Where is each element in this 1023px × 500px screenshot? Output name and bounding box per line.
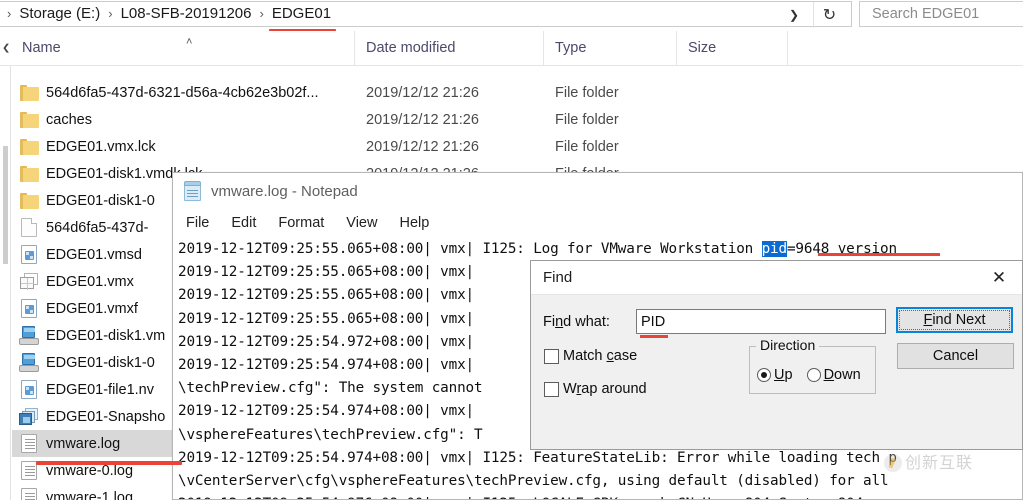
direction-group: Direction Up Down: [749, 337, 876, 394]
table-row[interactable]: 564d6fa5-437d-6321-d56a-4cb62e3b02f... 2…: [12, 79, 1023, 106]
notepad-icon: [183, 181, 202, 201]
address-bar: › Storage (E:) › L08-SFB-20191206 › EDGE…: [0, 0, 1023, 32]
menu-help[interactable]: Help: [399, 215, 429, 231]
find-next-button[interactable]: Find Next: [896, 307, 1013, 333]
chevron-down-icon[interactable]: ❯: [781, 2, 807, 28]
radio-down[interactable]: [806, 368, 821, 382]
wrap-around-label: Wrap around: [563, 381, 647, 397]
find-what-label: Find what:: [543, 314, 610, 330]
radio-up[interactable]: [757, 368, 771, 382]
radio-down-label: Down: [823, 367, 861, 383]
log-line: \vCenterServer\cfg\vsphereFeatures\techP…: [178, 473, 889, 490]
virtual-disk-icon: [12, 325, 46, 347]
menu-format[interactable]: Format: [278, 215, 324, 231]
direction-legend: Direction: [756, 337, 820, 353]
file-name: caches: [46, 111, 92, 128]
breadcrumb-separator: ›: [7, 6, 12, 21]
notepad-menu-bar: File Edit Format View Help: [173, 209, 1022, 237]
nav-pane-rail: [0, 66, 11, 500]
column-header-row: Name ˄ Date modified Type Size: [0, 31, 1023, 66]
table-row[interactable]: EDGE01.vmx.lck 2019/12/12 21:26 File fol…: [12, 133, 1023, 160]
menu-file[interactable]: File: [186, 215, 209, 231]
cancel-button[interactable]: Cancel: [897, 343, 1014, 369]
wrap-around-checkbox[interactable]: [544, 381, 559, 397]
column-header-name[interactable]: Name: [11, 31, 354, 65]
find-dialog: Find ✕ Find what: PID Find Next Cancel D…: [530, 260, 1023, 450]
menu-view[interactable]: View: [346, 215, 377, 231]
find-dialog-title-bar[interactable]: Find ✕: [531, 261, 1022, 295]
sort-ascending-icon: ˄: [186, 36, 193, 48]
file-date: 2019/12/12 21:26: [366, 138, 479, 155]
breadcrumb-item-edge01[interactable]: EDGE01: [268, 1, 337, 32]
virtual-disk-icon: [12, 352, 46, 374]
file-name: 564d6fa5-437d-6321-d56a-4cb62e3b02f...: [46, 84, 319, 101]
screen: › Storage (E:) › L08-SFB-20191206 › EDGE…: [0, 0, 1023, 500]
file-type: File folder: [555, 84, 619, 101]
radio-up-label: Up: [774, 367, 793, 383]
document-icon: [12, 244, 46, 266]
find-what-input[interactable]: PID: [636, 309, 886, 338]
column-header-date-modified[interactable]: Date modified: [354, 31, 543, 65]
column-header-extra[interactable]: [787, 31, 847, 65]
blank-page-icon: [12, 217, 46, 239]
folder-icon: [12, 163, 46, 185]
menu-edit[interactable]: Edit: [231, 215, 256, 231]
match-case-row[interactable]: Match case: [544, 348, 637, 364]
nav-pane-chevron-icon[interactable]: ❮: [2, 44, 10, 54]
log-line: 2019-12-12T09:25:54.976+08:00| vmx| I125…: [178, 493, 1022, 499]
find-next-label: Find Next: [899, 310, 1010, 330]
column-header-type[interactable]: Type: [543, 31, 676, 65]
find-what-value: PID: [639, 310, 669, 338]
document-icon: [12, 298, 46, 320]
breadcrumb-separator: ›: [108, 6, 113, 21]
refresh-icon[interactable]: ↻: [813, 2, 845, 28]
breadcrumb-item-storage[interactable]: Storage (E:): [18, 1, 101, 27]
pid-underline-annotation: [818, 253, 940, 256]
notepad-title-bar[interactable]: vmware.log - Notepad: [173, 173, 1022, 209]
breadcrumb-item-l08sfb[interactable]: L08-SFB-20191206: [120, 1, 253, 27]
selected-file-underline-annotation: [36, 461, 182, 465]
log-line: 2019-12-12T09:25:54.974+08:00| vmx| I125…: [178, 449, 897, 466]
match-case-checkbox[interactable]: [544, 348, 559, 364]
file-type: File folder: [555, 111, 619, 128]
file-date: 2019/12/12 21:26: [366, 84, 479, 101]
log-file-icon: [12, 433, 46, 455]
find-dialog-title: Find: [543, 269, 573, 286]
vmx-config-icon: [12, 271, 46, 293]
breadcrumb-separator: ›: [259, 6, 264, 21]
log-line: 2019-12-12T09:25:55.065+08:00| vmx| I125…: [178, 241, 897, 257]
close-icon[interactable]: ✕: [976, 261, 1022, 294]
direction-radios: Up Down: [757, 367, 875, 383]
breadcrumb[interactable]: › Storage (E:) › L08-SFB-20191206 › EDGE…: [0, 1, 852, 32]
match-case-label: Match case: [563, 348, 638, 364]
column-header-size[interactable]: Size: [676, 31, 787, 65]
wrap-around-row[interactable]: Wrap around: [544, 381, 647, 397]
file-name: EDGE01.vmx.lck: [46, 138, 156, 155]
folder-icon: [12, 136, 46, 158]
folder-icon: [12, 190, 46, 212]
scrollbar-thumb[interactable]: [3, 146, 8, 264]
folder-icon: [12, 82, 46, 104]
search-placeholder: Search EDGE01: [872, 6, 980, 22]
document-icon: [12, 379, 46, 401]
file-date: 2019/12/12 21:26: [366, 111, 479, 128]
notepad-title-text: vmware.log - Notepad: [211, 182, 358, 200]
file-type: File folder: [555, 138, 619, 155]
snapshot-icon: [12, 406, 46, 428]
table-row[interactable]: caches 2019/12/12 21:26 File folder: [12, 106, 1023, 133]
selected-text-highlight: pid: [761, 241, 787, 257]
folder-icon: [12, 109, 46, 131]
search-input[interactable]: Search EDGE01: [859, 1, 1023, 27]
log-file-icon: [12, 487, 46, 500]
